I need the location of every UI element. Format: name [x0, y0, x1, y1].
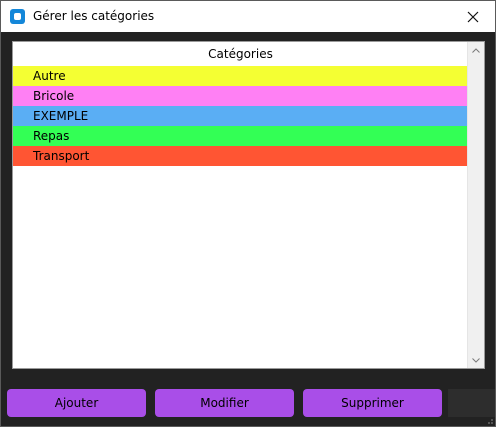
list-item[interactable]: Transport [13, 146, 468, 166]
add-button[interactable]: Ajouter [7, 389, 146, 417]
window-title: Gérer les catégories [33, 9, 155, 23]
list-item[interactable]: Autre [13, 66, 468, 86]
delete-button[interactable]: Supprimer [303, 389, 442, 417]
scroll-up-button[interactable] [468, 42, 484, 58]
categories-list[interactable]: Catégories Autre Bricole EXEMPLE Repas T… [12, 41, 485, 369]
list-header: Catégories [208, 47, 273, 61]
resize-grip-icon[interactable] [483, 414, 493, 424]
list-item[interactable]: EXEMPLE [13, 106, 468, 126]
category-rows: Autre Bricole EXEMPLE Repas Transport [13, 66, 468, 166]
close-icon [467, 11, 479, 22]
title-bar[interactable]: Gérer les catégories [1, 1, 495, 32]
close-button[interactable] [451, 1, 495, 32]
list-item[interactable]: Bricole [13, 86, 468, 106]
chevron-up-icon [472, 47, 480, 53]
edit-button[interactable]: Modifier [155, 389, 294, 417]
vertical-scrollbar[interactable] [467, 42, 484, 368]
scroll-track[interactable] [470, 59, 482, 351]
list-item[interactable]: Repas [13, 126, 468, 146]
category-manager-window: Gérer les catégories Catégories Autre Br… [0, 0, 496, 427]
app-icon [10, 9, 25, 24]
scroll-down-button[interactable] [468, 352, 484, 368]
chevron-down-icon [472, 357, 480, 363]
empty-slot [448, 389, 495, 417]
